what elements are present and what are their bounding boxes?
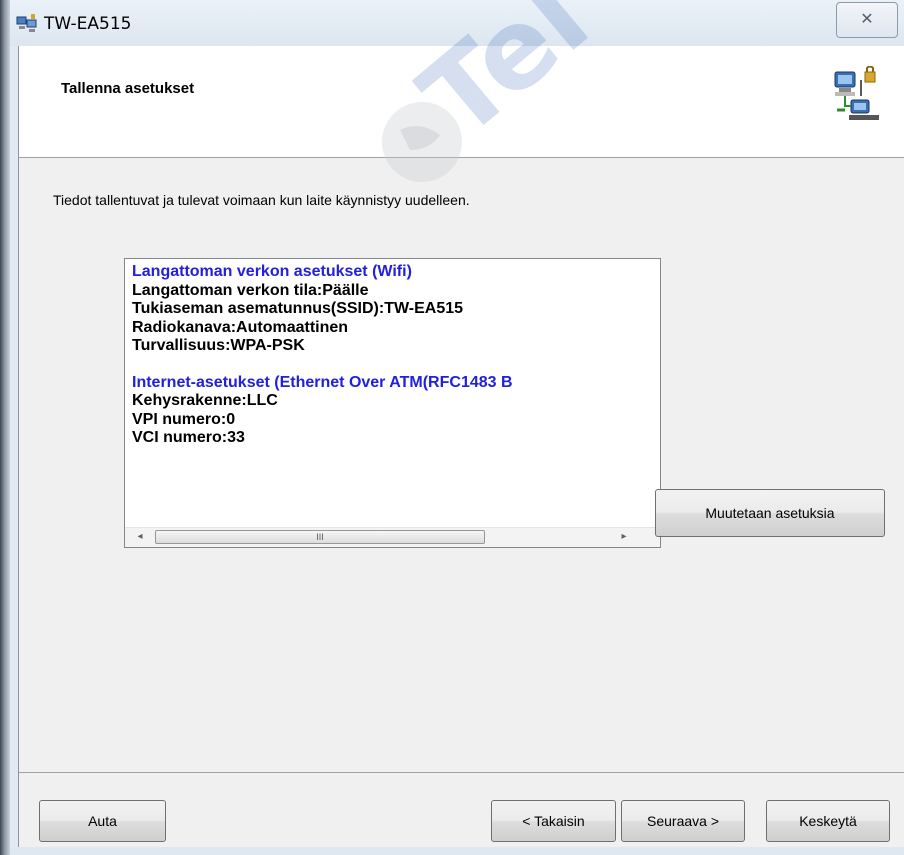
bottom-frame-edge bbox=[10, 847, 904, 855]
network-computers-icon bbox=[831, 65, 883, 124]
change-settings-button[interactable]: Muutetaan asetuksia bbox=[655, 489, 885, 537]
wizard-client-area: Tallenna asetukset Tiedot tallentuvat ja… bbox=[18, 46, 904, 847]
window-title: TW-EA515 bbox=[44, 14, 132, 34]
wifi-section-heading: Langattoman verkon asetukset (Wifi) bbox=[132, 263, 412, 280]
info-text: Tiedot tallentuvat ja tulevat voimaan ku… bbox=[53, 192, 470, 208]
app-icon bbox=[16, 14, 38, 34]
next-button[interactable]: Seuraava > bbox=[621, 800, 745, 842]
left-shadow bbox=[0, 0, 10, 855]
wizard-header: Tallenna asetukset bbox=[19, 46, 904, 158]
summary-line: VCI numero:33 bbox=[132, 429, 245, 446]
summary-line: Tukiaseman asematunnus(SSID):TW-EA515 bbox=[132, 300, 464, 317]
page-title: Tallenna asetukset bbox=[61, 80, 195, 97]
back-button[interactable]: < Takaisin bbox=[491, 800, 616, 842]
settings-summary-box[interactable]: Langattoman verkon asetukset (Wifi) Lang… bbox=[124, 258, 661, 548]
footer-divider bbox=[19, 772, 904, 773]
summary-content: Langattoman verkon asetukset (Wifi) Lang… bbox=[132, 263, 660, 448]
close-button[interactable]: ✕ bbox=[836, 2, 898, 38]
help-button[interactable]: Auta bbox=[39, 800, 166, 842]
internet-section-heading: Internet-asetukset (Ethernet Over ATM(RF… bbox=[132, 373, 513, 391]
summary-line: Turvallisuus:WPA-PSK bbox=[132, 337, 305, 354]
summary-line: Langattoman verkon tila:Päälle bbox=[132, 281, 369, 299]
scroll-left-arrow-icon[interactable]: ◂ bbox=[133, 530, 147, 544]
summary-line: Radiokanava:Automaattinen bbox=[132, 318, 349, 336]
cancel-button[interactable]: Keskeytä bbox=[766, 800, 890, 842]
summary-line: Kehysrakenne:LLC bbox=[132, 392, 278, 409]
window-frame: TW-EA515 ✕ Tallenna asetukset Tiedot tal… bbox=[0, 0, 904, 855]
title-bar[interactable]: TW-EA515 ✕ bbox=[10, 0, 904, 46]
horizontal-scrollbar[interactable]: ◂ III ▸ bbox=[125, 527, 660, 547]
scroll-right-arrow-icon[interactable]: ▸ bbox=[617, 530, 631, 544]
close-icon: ✕ bbox=[860, 9, 874, 28]
scroll-thumb[interactable]: III bbox=[155, 530, 485, 544]
summary-line: VPI numero:0 bbox=[132, 410, 236, 428]
